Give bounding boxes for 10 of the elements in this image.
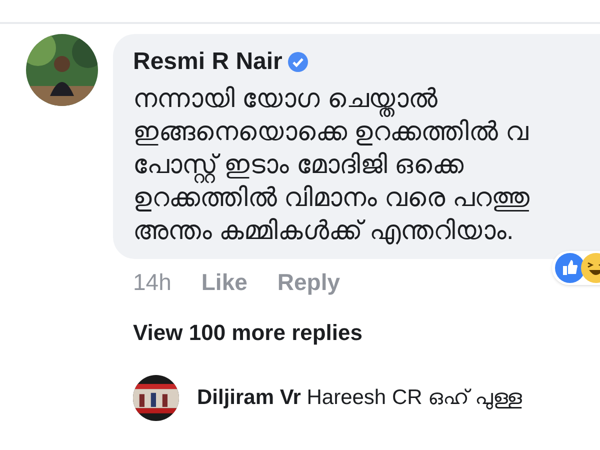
comment-text-line: ഉറക്കത്തിൽ വിമാനം വരെ പറത്തു: [133, 182, 531, 214]
comment-text-line: പോസ്റ്റ് ഇടാം മോദിജി ഒക്കെ: [133, 148, 600, 181]
reply-text: Diljiram Vr Hareesh CR ഒഹ് പുള്ള: [197, 384, 522, 412]
view-more-replies-link[interactable]: View 100 more replies: [113, 316, 363, 348]
comment-time: 14h: [133, 268, 172, 297]
comment-text-line: അന്തം കമ്മികൾക്ക് എന്തറിയാം.: [133, 214, 515, 247]
comment-text-line: നന്നായി യോഗ ചെയ്താൽ: [133, 82, 600, 115]
comment-text-line: ഇങ്ങനെയൊക്കെ ഉറക്കത്തിൽ വ: [133, 116, 530, 148]
author-name[interactable]: Resmi R Nair: [133, 44, 282, 80]
reply-author[interactable]: Diljiram Vr: [197, 386, 301, 409]
